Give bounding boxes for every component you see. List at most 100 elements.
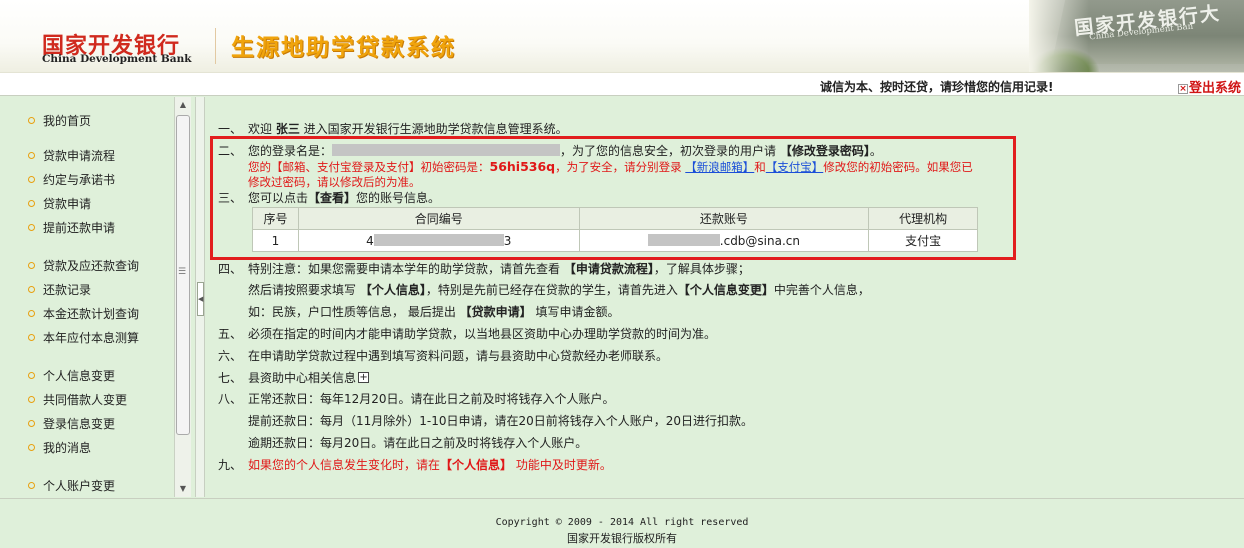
notice-item-2: 二、 您的登录名是： ，为了您的信息安全，初次登录的用户请 【修改登录密码】。 [218, 142, 882, 159]
loan-process-link[interactable]: 【申请贷款流程】 [564, 262, 654, 276]
notice-item-8: 八、 正常还款日：每年12月20日。请在此日之前及时将钱存入个人账户。 [218, 390, 615, 407]
initial-password-notice-line2: 修改过密码，请以修改后的为准。 [248, 175, 421, 189]
system-title: 生源地助学贷款系统 [231, 35, 456, 61]
sidebar-menu: 我的首页 贷款申请流程 约定与承诺书 贷款申请 提前还款申请 贷款及应还款查询 … [0, 97, 174, 497]
cell-agency: 支付宝 [868, 229, 978, 252]
item-text: ，为了您的信息安全，初次登录的用户请 [560, 144, 780, 158]
item-number: 五、 [218, 327, 243, 341]
account-table: 序号 合同编号 还款账号 代理机构 1 43 .cdb@sina.cn 支付宝 [252, 207, 978, 252]
logo-divider [215, 28, 216, 64]
bullet-icon [28, 262, 35, 269]
personal-info-link[interactable]: 【个人信息】 [440, 458, 512, 472]
close-box-icon: × [1178, 84, 1188, 94]
notice-item-4-line3: 如：民族，户口性质等信息， 最后提出 【贷款申请】 填写申请金额。 [248, 303, 619, 320]
notice-item-8-line2: 提前还款日：每月（11月除外）1-10日申请，请在20日前将钱存入个人账户，20… [248, 414, 754, 428]
table-header-row: 序号 合同编号 还款账号 代理机构 [252, 207, 978, 230]
col-header-agency: 代理机构 [868, 207, 978, 230]
item-number: 七、 [218, 371, 243, 385]
sidebar-item-messages[interactable]: 我的消息 [28, 439, 91, 456]
item-text: 进入国家开发银行生源地助学贷款信息管理系统。 [299, 122, 568, 136]
item-number: 一、 [218, 122, 243, 136]
item-text: 填写申请金额。 [531, 305, 620, 319]
bullet-icon [28, 117, 35, 124]
initial-password-notice: 您的【邮箱、支付宝登录及支付】初始密码是：56hi536q，为了安全，请分别登录… [248, 159, 973, 175]
item-text: 必须在指定的时间内才能申请助学贷款，以当地县区资助中心办理助学贷款的时间为准。 [248, 327, 717, 341]
bullet-icon [28, 482, 35, 489]
sidebar-item-login-info[interactable]: 登录信息变更 [28, 415, 115, 432]
masked-contract-number [373, 233, 504, 246]
notice-text: 修改您的初始密码。如果您已 [823, 160, 973, 174]
item-text: 县资助中心相关信息 [248, 371, 357, 385]
sidebar-item-loan-apply[interactable]: 贷款申请 [28, 195, 91, 212]
notice-item-9: 九、 如果您的个人信息发生变化时，请在【个人信息】 功能中及时更新。 [218, 456, 612, 473]
sidebar-item-agreement[interactable]: 约定与承诺书 [28, 171, 115, 188]
item-text: 中完善个人信息， [773, 283, 870, 297]
main-content: 一、 欢迎 张三 进入国家开发银行生源地助学贷款信息管理系统。 二、 您的登录名是：… [206, 97, 1244, 497]
view-account-link[interactable]: 【查看】 [308, 191, 356, 205]
logout-button[interactable]: × 登出系统 [1178, 77, 1241, 96]
notice-text: ，为了安全，请分别登录 [555, 160, 686, 174]
initial-password: 56hi536q [489, 159, 556, 174]
item-number: 二、 [218, 144, 243, 158]
notice-item-5: 五、 必须在指定的时间内才能申请助学贷款，以当地县区资助中心办理助学贷款的时间为准… [218, 325, 716, 342]
sidebar-item-label: 个人信息变更 [43, 369, 116, 383]
item-text: 您可以点击 [248, 191, 309, 205]
bullet-icon [28, 224, 35, 231]
copyright-text: Copyright © 2009 - 2014 All right reserv… [495, 517, 749, 528]
account-suffix: .cdb@sina.cn [719, 233, 800, 248]
sidebar-item-repay-record[interactable]: 还款记录 [28, 281, 91, 298]
alipay-link[interactable]: 【支付宝】 [766, 160, 824, 174]
sidebar-item-personal-info[interactable]: 个人信息变更 [28, 367, 115, 384]
contract-suffix: 3 [503, 233, 512, 248]
scroll-up-arrow-icon[interactable]: ▲ [175, 97, 191, 113]
sidebar-item-account-change[interactable]: 个人账户变更 [28, 477, 115, 494]
bullet-icon [28, 444, 35, 451]
item-text: ，了解具体步骤； [653, 262, 750, 276]
image-fade [1029, 0, 1089, 72]
bullet-icon [28, 334, 35, 341]
sidebar-item-co-borrower[interactable]: 共同借款人变更 [28, 391, 127, 408]
collapse-sidebar-icon[interactable]: ◀ [197, 282, 204, 316]
sidebar-item-home[interactable]: 我的首页 [28, 112, 91, 129]
item-number: 三、 [218, 191, 243, 205]
item-text: 您的登录名是： [248, 144, 333, 158]
sidebar-item-label: 贷款申请流程 [43, 149, 116, 163]
sidebar-item-loan-query[interactable]: 贷款及应还款查询 [28, 257, 139, 274]
rights-text: 国家开发银行版权所有 [567, 532, 677, 545]
item-text: 功能中及时更新。 [512, 458, 612, 472]
bullet-icon [28, 372, 35, 379]
sidebar-item-loan-process[interactable]: 贷款申请流程 [28, 147, 115, 164]
sidebar-item-label: 本金还款计划查询 [43, 307, 140, 321]
item-number: 六、 [218, 349, 243, 363]
bullet-icon [28, 286, 35, 293]
footer: Copyright © 2009 - 2014 All right reserv… [0, 498, 1244, 548]
bullet-icon [28, 310, 35, 317]
sidebar-item-early-repay[interactable]: 提前还款申请 [28, 219, 115, 236]
sina-mail-link[interactable]: 【新浪邮箱】 [685, 160, 754, 174]
change-password-link[interactable]: 【修改登录密码】 [780, 144, 870, 158]
notice-item-4: 四、 特别注意：如果您需要申请本学年的助学贷款，请首先查看 【申请贷款流程】，了解… [218, 260, 750, 277]
item-text: 如果您的个人信息发生变化时，请在 [248, 458, 441, 472]
frame-splitter[interactable]: ◀ [195, 97, 205, 497]
slogan-bar: 诚信为本、按时还贷，请珍惜您的信用记录! × 登出系统 [0, 72, 1244, 96]
sidebar-item-label: 本年应付本息测算 [43, 331, 140, 345]
expand-plus-icon[interactable]: + [358, 372, 370, 383]
sidebar-item-principal-plan[interactable]: 本金还款计划查询 [28, 305, 139, 322]
item-text: 您的账号信息。 [356, 191, 441, 205]
sidebar-item-label: 还款记录 [43, 283, 92, 297]
item-text: 。 [869, 144, 882, 158]
user-name: 张三 [275, 122, 300, 136]
sidebar-item-label: 贷款申请 [43, 197, 92, 211]
personal-info-change-link[interactable]: 【个人信息变更】 [678, 283, 774, 297]
sidebar-item-label: 我的消息 [43, 441, 92, 455]
notice-item-1: 一、 欢迎 张三 进入国家开发银行生源地助学贷款信息管理系统。 [218, 120, 568, 137]
sidebar-scrollbar[interactable]: ▲ ☰ ▼ [174, 97, 191, 497]
cell-contract: 43 [297, 229, 580, 252]
contract-prefix: 4 [366, 233, 374, 248]
personal-info-link[interactable]: 【个人信息】 [360, 283, 426, 297]
bullet-icon [28, 200, 35, 207]
scroll-down-arrow-icon[interactable]: ▼ [175, 481, 191, 497]
sidebar-item-interest-calc[interactable]: 本年应付本息测算 [28, 329, 139, 346]
item-text: ，特别是先前已经存在贷款的学生，请首先进入 [425, 283, 678, 297]
loan-apply-link[interactable]: 【贷款申请】 [460, 305, 532, 319]
